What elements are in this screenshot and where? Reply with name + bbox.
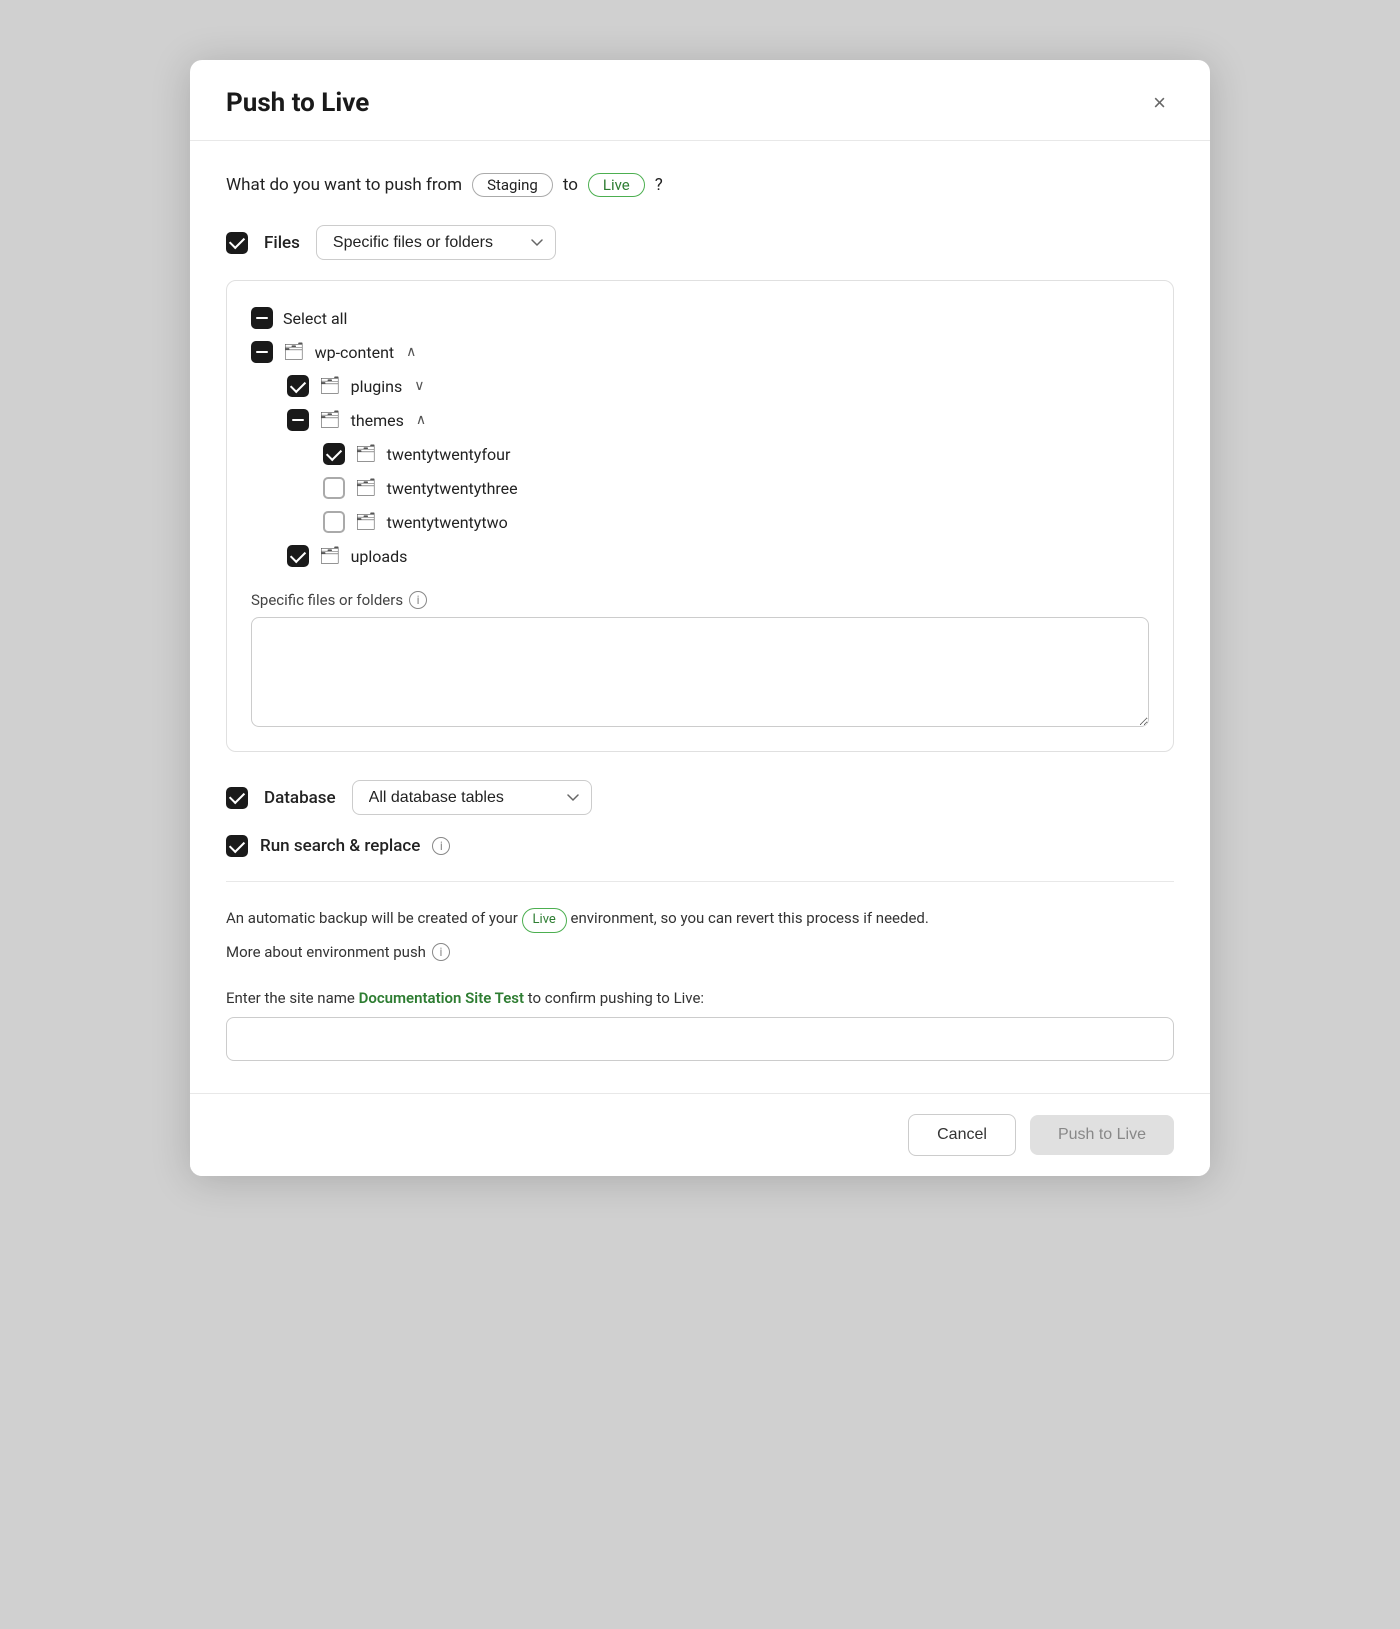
modal-footer: Cancel Push to Live (190, 1093, 1210, 1176)
push-to-live-modal: Push to Live × What do you want to push … (190, 60, 1210, 1176)
tree-item-twentytwentytwo: 🗂 twentytwentytwo (251, 505, 1149, 539)
select-all-checkbox[interactable] (251, 307, 273, 329)
folder-icon-twentytwentyfour: 🗂 (355, 444, 377, 464)
tree-item-twentytwentythree: 🗂 twentytwentythree (251, 471, 1149, 505)
files-section-row: Files Specific files or folders All file… (226, 225, 1174, 260)
specific-files-label-text: Specific files or folders (251, 591, 403, 609)
question-prefix: What do you want to push from (226, 175, 462, 195)
tree-item-plugins: 🗂 plugins ∨ (251, 369, 1149, 403)
specific-files-info-icon[interactable]: i (409, 591, 427, 609)
tree-item-twentytwentyfour: 🗂 twentytwentyfour (251, 437, 1149, 471)
themes-expand-icon[interactable]: ∧ (416, 412, 426, 428)
confirm-site-name: Documentation Site Test (359, 989, 524, 1007)
specific-files-label-row: Specific files or folders i (251, 591, 1149, 609)
database-section-row: Database All database tables Specific ta… (226, 780, 1174, 815)
tree-item-wp-content: 🗂 wp-content ∧ (251, 335, 1149, 369)
more-about-link[interactable]: More about environment push i (226, 943, 1174, 961)
confirm-input[interactable] (226, 1017, 1174, 1061)
specific-files-section: Specific files or folders i (251, 591, 1149, 731)
backup-suffix: environment, so you can revert this proc… (571, 909, 929, 927)
database-label: Database (264, 788, 336, 808)
run-search-info-icon[interactable]: i (432, 837, 450, 855)
modal-overlay: Push to Live × What do you want to push … (0, 0, 1400, 1629)
push-question: What do you want to push from Staging to… (226, 173, 1174, 197)
divider (226, 881, 1174, 882)
wp-content-label: wp-content (315, 343, 395, 362)
files-dropdown[interactable]: Specific files or folders All files (316, 225, 556, 260)
confirm-suffix: to confirm pushing to Live: (528, 989, 704, 1007)
folder-icon-themes: 🗂 (319, 410, 341, 430)
folder-icon-twentytwentythree: 🗂 (355, 478, 377, 498)
folder-icon-plugins: 🗂 (319, 376, 341, 396)
plugins-checkbox[interactable] (287, 375, 309, 397)
folder-icon-wp-content: 🗂 (283, 342, 305, 362)
backup-notice: An automatic backup will be created of y… (226, 906, 1174, 933)
wp-content-checkbox[interactable] (251, 341, 273, 363)
database-checkbox[interactable] (226, 787, 248, 809)
to-word: to (563, 175, 578, 195)
run-search-checkbox[interactable] (226, 835, 248, 857)
tree-select-all-row: Select all (251, 301, 1149, 335)
twentytwentythree-checkbox[interactable] (323, 477, 345, 499)
tree-item-themes: 🗂 themes ∧ (251, 403, 1149, 437)
more-about-label: More about environment push (226, 943, 426, 961)
uploads-checkbox[interactable] (287, 545, 309, 567)
modal-body: What do you want to push from Staging to… (190, 141, 1210, 1093)
twentytwentytwo-checkbox[interactable] (323, 511, 345, 533)
close-button[interactable]: × (1145, 88, 1174, 118)
more-about-info-icon[interactable]: i (432, 943, 450, 961)
twentytwentyfour-label: twentytwentyfour (387, 445, 511, 464)
select-all-label: Select all (283, 309, 347, 328)
backup-prefix: An automatic backup will be created of y… (226, 909, 518, 927)
staging-badge: Staging (472, 173, 553, 197)
themes-checkbox[interactable] (287, 409, 309, 431)
modal-header: Push to Live × (190, 60, 1210, 141)
modal-title: Push to Live (226, 88, 369, 118)
confirm-section: Enter the site name Documentation Site T… (226, 989, 1174, 1061)
twentytwentytwo-label: twentytwentytwo (387, 513, 508, 532)
backup-live-badge: Live (522, 908, 567, 933)
folder-icon-twentytwentytwo: 🗂 (355, 512, 377, 532)
wp-content-expand-icon[interactable]: ∧ (406, 344, 416, 360)
run-search-label: Run search & replace (260, 836, 420, 856)
plugins-label: plugins (351, 377, 403, 396)
question-suffix: ? (655, 175, 663, 195)
folder-icon-uploads: 🗂 (319, 546, 341, 566)
file-tree-container: Select all 🗂 wp-content ∧ 🗂 plugins ∨ (226, 280, 1174, 752)
twentytwentyfour-checkbox[interactable] (323, 443, 345, 465)
twentytwentythree-label: twentytwentythree (387, 479, 518, 498)
plugins-expand-icon[interactable]: ∨ (414, 378, 424, 394)
files-label: Files (264, 233, 300, 253)
specific-files-textarea[interactable] (251, 617, 1149, 727)
tree-item-uploads: 🗂 uploads (251, 539, 1149, 573)
live-badge: Live (588, 173, 645, 197)
themes-label: themes (351, 411, 404, 430)
confirm-label: Enter the site name Documentation Site T… (226, 989, 1174, 1007)
cancel-button[interactable]: Cancel (908, 1114, 1016, 1156)
database-dropdown[interactable]: All database tables Specific tables (352, 780, 592, 815)
files-checkbox[interactable] (226, 232, 248, 254)
uploads-label: uploads (351, 547, 408, 566)
run-search-row: Run search & replace i (226, 835, 1174, 857)
confirm-prefix: Enter the site name (226, 989, 355, 1007)
push-to-live-button[interactable]: Push to Live (1030, 1115, 1174, 1155)
